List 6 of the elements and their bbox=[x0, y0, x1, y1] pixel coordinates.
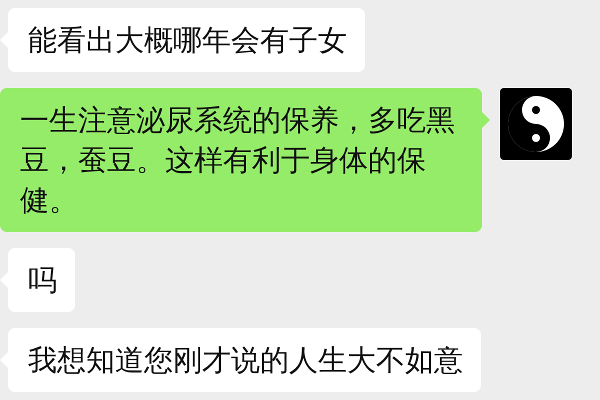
message-bubble: 一生注意泌尿系统的保养，多吃黑豆，蚕豆。这样有利于身体的保健。 bbox=[0, 88, 482, 232]
bubble-tail bbox=[482, 112, 490, 128]
message-bubble: 吗 bbox=[8, 248, 75, 312]
message-bubble: 能看出大概哪年会有子女 bbox=[8, 8, 365, 72]
message-bubble: 我想知道您刚才说的人生大不如意 bbox=[8, 328, 481, 392]
yin-yang-icon[interactable] bbox=[500, 88, 572, 160]
